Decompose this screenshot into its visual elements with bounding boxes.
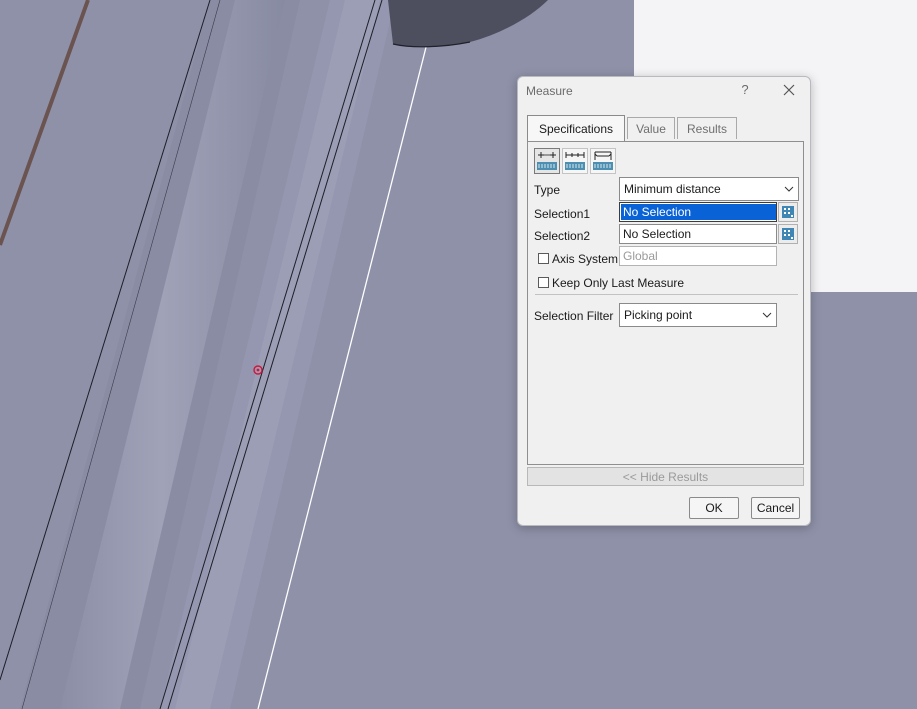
type-dropdown[interactable]: Minimum distance [619,177,799,201]
selection-filter-dropdown[interactable]: Picking point [619,303,777,327]
axis-system-checkbox[interactable] [538,253,549,264]
cancel-button[interactable]: Cancel [751,497,800,519]
measure-thickness-icon[interactable] [590,148,616,174]
type-label: Type [534,183,561,197]
specifications-panel: Type Minimum distance Selection1 No Sele… [527,141,804,465]
dialog-titlebar[interactable]: Measure ? [518,77,810,105]
axis-system-value: Global [623,249,658,263]
tab-value[interactable]: Value [627,117,675,139]
keep-last-measure-label: Keep Only Last Measure [552,276,685,290]
ok-button[interactable]: OK [689,497,739,519]
axis-system-label: Axis System [552,252,619,266]
type-value: Minimum distance [624,182,721,196]
selection2-label: Selection2 [534,229,591,243]
tab-results[interactable]: Results [677,117,737,139]
selection-filter-value: Picking point [624,308,693,322]
dialog-title: Measure [526,84,573,98]
selection2-picker-icon[interactable] [778,224,798,244]
measure-dialog: Measure ? Specifications Value Results T… [517,76,811,526]
hide-results-button[interactable]: << Hide Results [527,467,804,486]
close-icon[interactable] [780,81,798,99]
chevron-down-icon [762,304,772,326]
help-button[interactable]: ? [738,82,752,98]
measure-between-icon[interactable] [534,148,560,174]
measure-item-icon[interactable] [562,148,588,174]
axis-system-field: Global [619,246,777,266]
selection1-picker-icon[interactable] [778,202,798,222]
divider [535,294,798,295]
selection1-field[interactable]: No Selection [619,202,777,222]
selection1-value: No Selection [621,204,776,220]
keep-last-measure-checkbox[interactable] [538,277,549,288]
chevron-down-icon [784,178,794,200]
selection-filter-label: Selection Filter [534,309,614,323]
selection2-value: No Selection [623,227,692,241]
tab-specifications[interactable]: Specifications [527,115,625,141]
selection1-label: Selection1 [534,207,591,221]
selection2-field[interactable]: No Selection [619,224,777,244]
